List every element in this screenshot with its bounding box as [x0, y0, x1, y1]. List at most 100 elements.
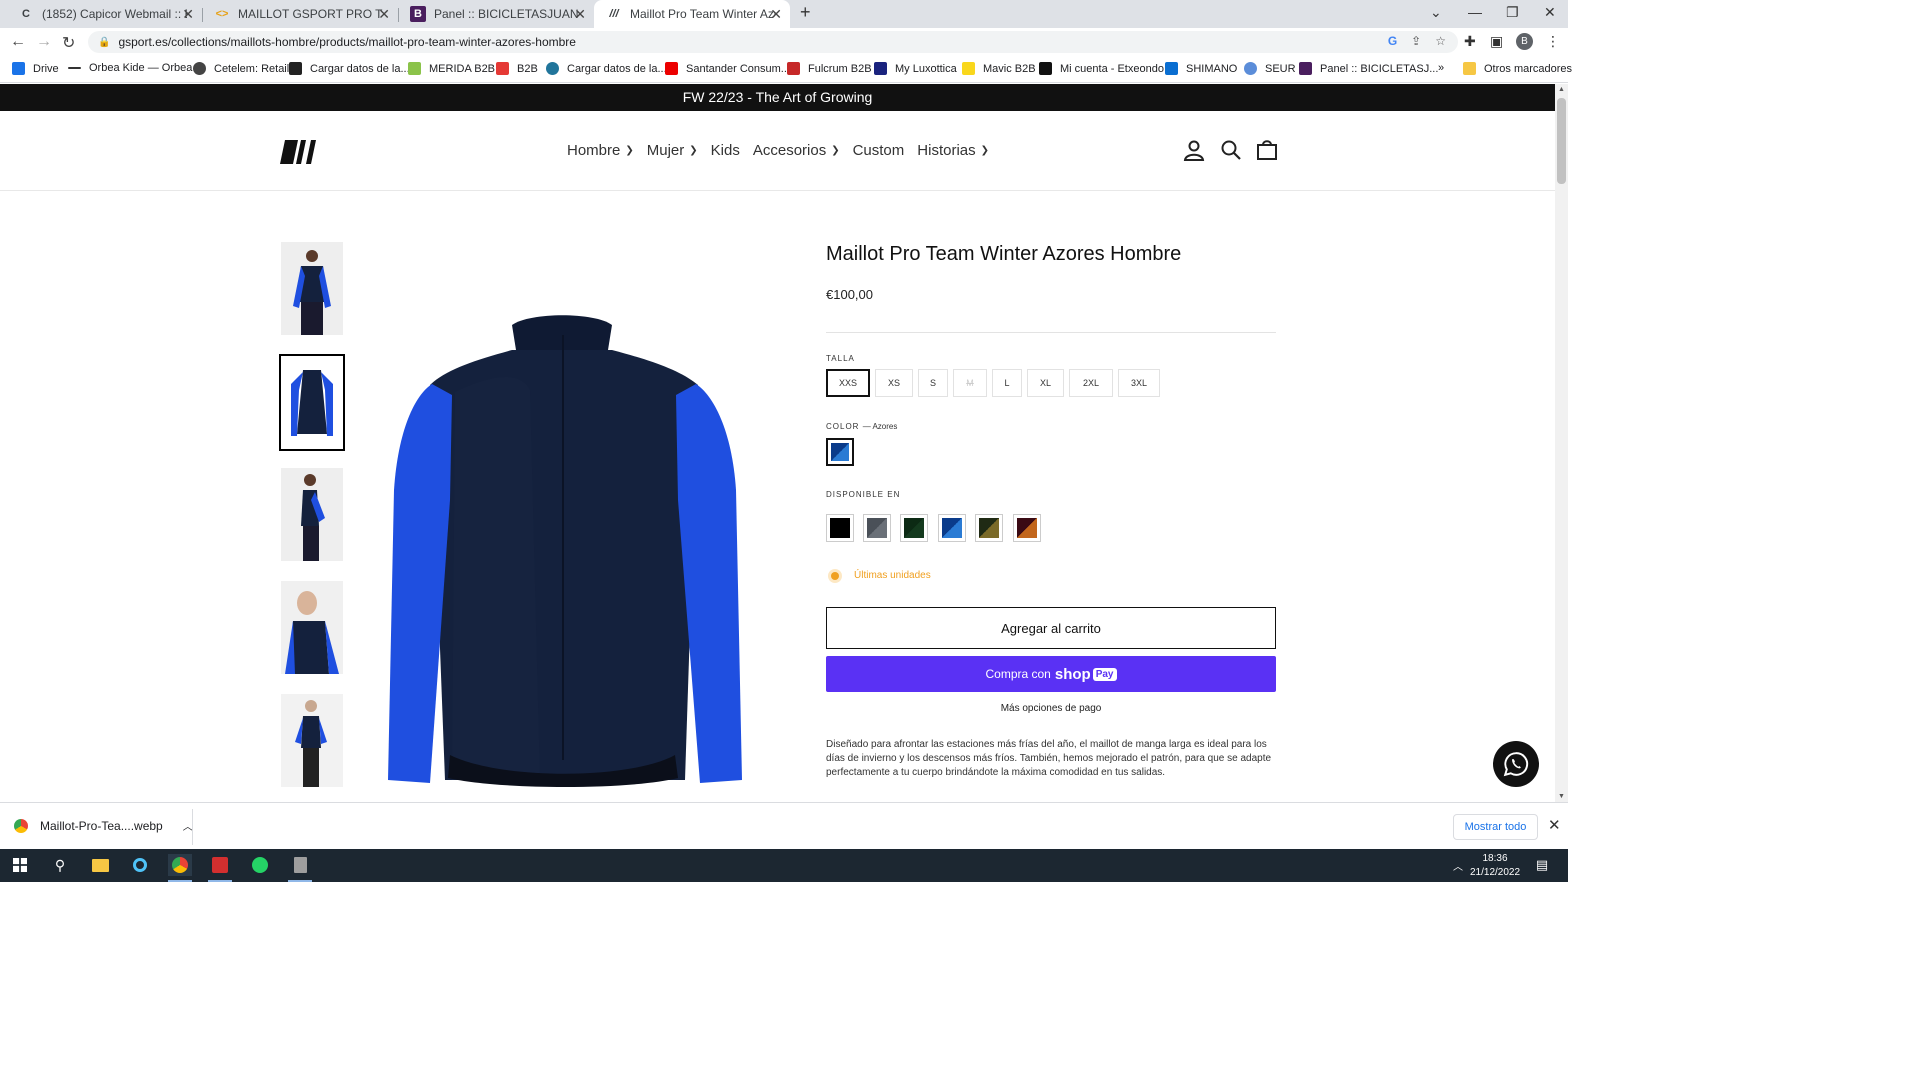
forward-icon[interactable]: → [36, 33, 52, 51]
close-tab-icon[interactable]: ✕ [182, 6, 194, 23]
gsport-logo[interactable] [280, 140, 318, 164]
chrome-taskbar-icon[interactable] [168, 854, 192, 876]
more-bookmarks-button[interactable]: » [1438, 62, 1444, 74]
close-tab-icon[interactable]: ✕ [378, 6, 390, 23]
nav-item-hombre[interactable]: Hombre ❯ [567, 142, 634, 159]
address-bar[interactable]: 🔒 gsport.es/collections/maillots-hombre/… [88, 31, 1458, 53]
system-clock[interactable]: 18:36 21/12/2022 [1470, 852, 1520, 880]
size-option-s[interactable]: S [918, 369, 948, 397]
add-to-cart-button[interactable]: Agregar al carrito [826, 607, 1276, 649]
cart-icon[interactable] [1256, 139, 1278, 161]
chevron-up-icon[interactable]: ︿ [1446, 854, 1470, 876]
bookmark-item[interactable]: Cargar datos de la... [546, 62, 667, 75]
size-option-2xl[interactable]: 2XL [1069, 369, 1113, 397]
download-item[interactable]: Maillot-Pro-Tea....webp ︿ [14, 818, 193, 833]
bookmark-star-icon[interactable]: ☆ [1435, 34, 1446, 48]
back-icon[interactable]: ← [10, 33, 26, 51]
extensions-icon[interactable]: ✚ [1464, 33, 1476, 50]
size-option-xl[interactable]: XL [1027, 369, 1064, 397]
google-icon[interactable]: G [1388, 34, 1397, 48]
size-option-3xl[interactable]: 3XL [1118, 369, 1160, 397]
bookmark-item[interactable]: B2B [496, 62, 538, 75]
available-color-swatch[interactable] [863, 514, 891, 542]
browser-tab-active[interactable]: /// Maillot Pro Team Winter Azores H ✕ [594, 0, 790, 28]
menu-icon[interactable]: ⋮ [1546, 33, 1560, 50]
profile-avatar[interactable]: B [1516, 33, 1533, 50]
pdf-app-icon[interactable] [208, 854, 232, 876]
close-tab-icon[interactable]: ✕ [574, 6, 586, 23]
bookmark-item[interactable]: Cargar datos de la... [289, 62, 410, 75]
share-icon[interactable]: ⇪ [1411, 34, 1421, 48]
close-window-icon[interactable]: ✕ [1544, 4, 1556, 21]
account-icon[interactable] [1183, 139, 1205, 161]
close-icon[interactable]: ✕ [1548, 816, 1561, 834]
bookmark-item[interactable]: Cetelem: Retail [193, 62, 289, 75]
size-option-l[interactable]: L [992, 369, 1022, 397]
bookmark-item[interactable]: SEUR [1244, 62, 1296, 75]
browser-tab[interactable]: <> MAILLOT GSPORT PRO TEAM :: M ✕ [202, 0, 398, 28]
minimize-icon[interactable]: — [1468, 4, 1482, 20]
available-color-swatch[interactable] [900, 514, 928, 542]
app-icon[interactable] [128, 854, 152, 876]
lock-icon[interactable]: 🔒 [98, 37, 110, 48]
scroll-down-icon[interactable]: ▼ [1558, 793, 1565, 800]
size-option-xxs[interactable]: XXS [826, 369, 870, 397]
search-icon[interactable]: ⚲ [48, 854, 72, 876]
more-payment-options-link[interactable]: Más opciones de pago [826, 703, 1276, 714]
calculator-icon[interactable] [288, 854, 312, 876]
new-tab-button[interactable]: + [800, 2, 811, 23]
bookmark-icon [1165, 62, 1178, 75]
product-thumbnail[interactable] [281, 468, 343, 561]
bookmark-item[interactable]: Drive [12, 62, 59, 75]
nav-item-accesorios[interactable]: Accesorios ❯ [753, 142, 840, 159]
show-all-downloads-button[interactable]: Mostrar todo [1453, 814, 1538, 840]
bookmark-item[interactable]: Mi cuenta - Etxeondo [1039, 62, 1164, 75]
scrollbar-thumb[interactable] [1557, 98, 1566, 184]
notifications-icon[interactable]: ▤ [1530, 854, 1554, 876]
available-color-swatch[interactable] [975, 514, 1003, 542]
close-tab-icon[interactable]: ✕ [770, 6, 782, 23]
bookmark-item[interactable]: Santander Consum... [665, 62, 790, 75]
bookmark-item[interactable]: Mavic B2B [962, 62, 1036, 75]
bookmark-item[interactable]: My Luxottica [874, 62, 957, 75]
bookmark-item[interactable]: Orbea Kide — Orbea [68, 62, 192, 74]
product-thumbnail-selected[interactable] [279, 354, 345, 451]
file-explorer-icon[interactable] [88, 854, 112, 876]
bookmark-icon [496, 62, 509, 75]
nav-item-kids[interactable]: Kids [711, 142, 740, 159]
whatsapp-button[interactable] [1493, 741, 1539, 787]
product-price: €100,00 [826, 287, 873, 302]
bookmark-icon [1299, 62, 1312, 75]
windows-start-icon[interactable] [8, 854, 32, 876]
size-option-xs[interactable]: XS [875, 369, 913, 397]
available-color-swatch[interactable] [1013, 514, 1041, 542]
tab-search-icon[interactable]: ⌄ [1430, 4, 1442, 21]
other-bookmarks-folder[interactable]: Otros marcadores [1463, 62, 1572, 75]
browser-tab[interactable]: C (1852) Capicor Webmail :: Entrada ✕ [6, 0, 202, 28]
product-thumbnail[interactable] [281, 242, 343, 335]
nav-item-custom[interactable]: Custom [853, 142, 905, 159]
bookmark-item[interactable]: Panel :: BICICLETASJ... [1299, 62, 1438, 75]
available-color-swatch[interactable] [938, 514, 966, 542]
product-thumbnail[interactable] [281, 694, 343, 787]
page-scrollbar[interactable]: ▲ ▼ [1555, 84, 1568, 802]
product-thumbnail[interactable] [281, 581, 343, 674]
nav-item-historias[interactable]: Historias ❯ [917, 142, 989, 159]
bookmark-item[interactable]: SHIMANO [1165, 62, 1237, 75]
side-panel-icon[interactable]: ▣ [1490, 33, 1503, 50]
color-swatch-selected[interactable] [826, 438, 854, 466]
browser-tab[interactable]: B Panel :: BICICLETASJUANMA ✕ [398, 0, 594, 28]
product-main-image[interactable] [380, 300, 750, 790]
search-icon[interactable] [1220, 139, 1242, 161]
bookmark-item[interactable]: MERIDA B2B [408, 62, 495, 75]
url-text[interactable]: gsport.es/collections/maillots-hombre/pr… [118, 35, 576, 49]
available-color-swatch[interactable] [826, 514, 854, 542]
scroll-up-icon[interactable]: ▲ [1558, 86, 1565, 93]
reload-icon[interactable]: ↻ [62, 33, 75, 53]
size-option-m[interactable]: M [953, 369, 987, 397]
bookmark-item[interactable]: Fulcrum B2B [787, 62, 872, 75]
nav-item-mujer[interactable]: Mujer ❯ [647, 142, 698, 159]
shop-pay-button[interactable]: Compra con shop Pay [826, 656, 1276, 692]
whatsapp-taskbar-icon[interactable] [248, 854, 272, 876]
restore-icon[interactable]: ❐ [1506, 4, 1519, 21]
